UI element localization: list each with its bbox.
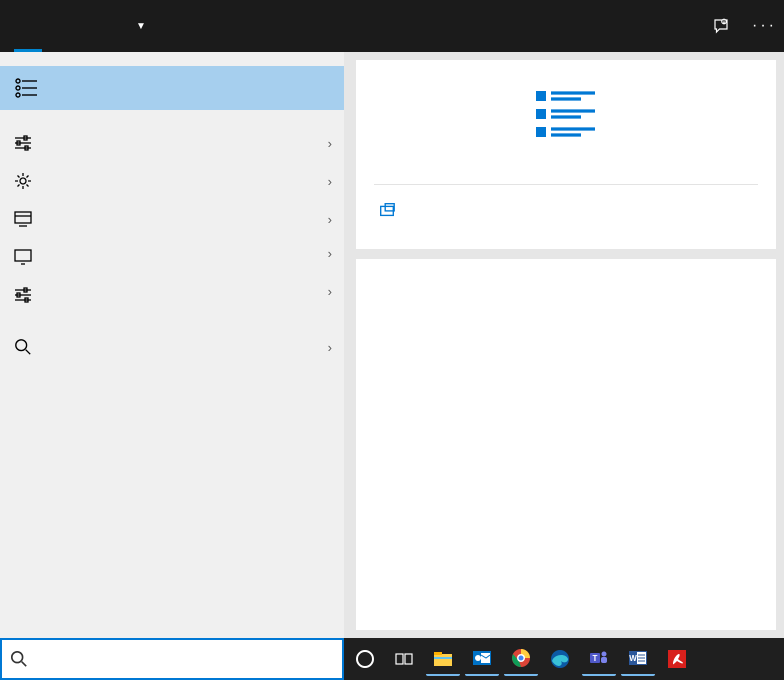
- chevron-right-icon: ›: [328, 136, 332, 151]
- web-search-result[interactable]: ›: [0, 328, 344, 366]
- chevron-right-icon: ›: [328, 284, 332, 299]
- taskbar-file-explorer[interactable]: [426, 642, 460, 676]
- tab-all[interactable]: [6, 0, 34, 52]
- startup-icon: [12, 208, 34, 230]
- taskbar-teams[interactable]: T: [582, 642, 616, 676]
- taskbar-outlook[interactable]: [465, 642, 499, 676]
- search-box[interactable]: [0, 638, 344, 680]
- taskbar-task-view[interactable]: [387, 642, 421, 676]
- open-icon: [378, 201, 398, 219]
- setting-startup-apps[interactable]: ›: [0, 200, 344, 238]
- help-link-startup[interactable]: [374, 287, 758, 299]
- results-panel: › › › › › ›: [0, 52, 344, 638]
- taskbar-acrobat[interactable]: [660, 642, 694, 676]
- gear-icon: [12, 170, 34, 192]
- documents-heading[interactable]: [0, 366, 344, 378]
- search-input[interactable]: [36, 640, 334, 678]
- chevron-down-icon: ▼: [136, 21, 146, 32]
- help-link-update[interactable]: [374, 323, 758, 335]
- chevron-right-icon: ›: [328, 174, 332, 189]
- setting-display-size[interactable]: ›: [0, 238, 344, 276]
- sliders-icon: [12, 284, 34, 306]
- taskbar-chrome[interactable]: [504, 642, 538, 676]
- more-options-icon[interactable]: ···: [752, 17, 774, 35]
- tab-documents[interactable]: [62, 0, 90, 52]
- help-link-install-web-apps[interactable]: [374, 299, 758, 311]
- feedback-icon[interactable]: [712, 17, 734, 35]
- tab-more[interactable]: ▼: [118, 0, 160, 52]
- display-icon: [12, 246, 34, 268]
- tab-apps[interactable]: [34, 0, 62, 52]
- tab-web[interactable]: [90, 0, 118, 52]
- best-match-heading: [0, 52, 344, 66]
- active-tab-underline: [14, 49, 42, 52]
- chevron-right-icon: ›: [328, 340, 332, 355]
- settings-heading: [0, 110, 344, 124]
- svg-text:T: T: [593, 654, 598, 663]
- settings-list-icon: [12, 74, 40, 102]
- setting-default-app-per-file[interactable]: ›: [0, 276, 344, 314]
- setting-default-apps[interactable]: ›: [0, 124, 344, 162]
- help-link-uninstall[interactable]: [374, 311, 758, 323]
- web-search-heading: [0, 314, 344, 328]
- taskbar-edge[interactable]: [543, 642, 577, 676]
- chevron-right-icon: ›: [328, 246, 332, 261]
- search-icon: [12, 336, 34, 358]
- taskbar-cortana[interactable]: [348, 642, 382, 676]
- chevron-right-icon: ›: [328, 212, 332, 227]
- preview-panel: [344, 52, 784, 638]
- sliders-icon: [12, 132, 34, 154]
- svg-text:W: W: [629, 654, 637, 663]
- open-button[interactable]: [374, 185, 758, 231]
- search-icon: [10, 650, 28, 668]
- taskbar: T W: [344, 638, 784, 680]
- taskbar-word[interactable]: W: [621, 642, 655, 676]
- search-tabs-bar: ▼ ···: [0, 0, 784, 52]
- best-match-result[interactable]: [0, 66, 344, 110]
- setting-add-remove-programs[interactable]: ›: [0, 162, 344, 200]
- apps-features-icon: [531, 84, 601, 144]
- apps-heading[interactable]: [0, 378, 344, 390]
